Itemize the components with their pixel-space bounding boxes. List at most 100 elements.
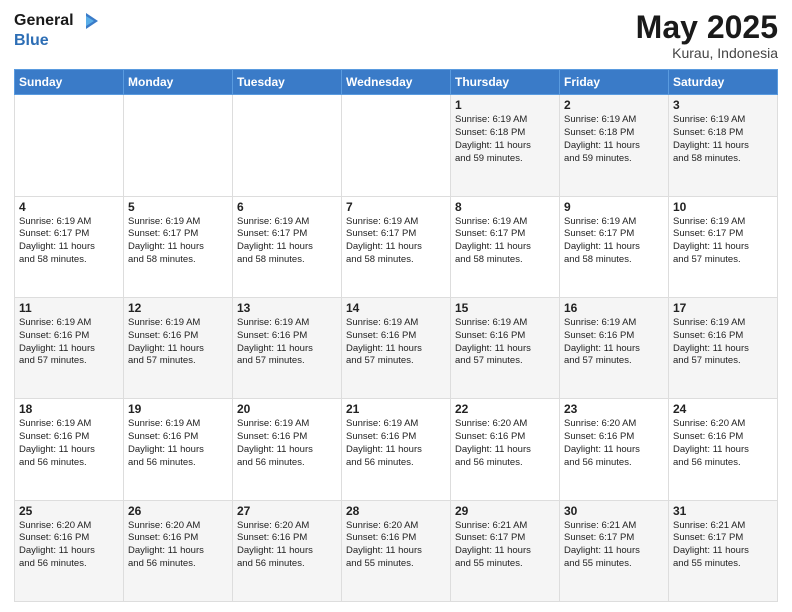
- day-number: 31: [673, 504, 773, 518]
- day-cell: 1Sunrise: 6:19 AMSunset: 6:18 PMDaylight…: [451, 95, 560, 196]
- day-number: 25: [19, 504, 119, 518]
- day-info-line: Sunrise: 6:20 AM: [128, 520, 228, 533]
- day-info-line: Daylight: 11 hours: [19, 444, 119, 457]
- day-info-line: Sunset: 6:18 PM: [673, 127, 773, 140]
- day-info-line: Sunset: 6:16 PM: [237, 532, 337, 545]
- day-info-line: and 57 minutes.: [455, 355, 555, 368]
- day-info-line: Daylight: 11 hours: [673, 241, 773, 254]
- header-monday: Monday: [124, 70, 233, 95]
- day-info-line: and 57 minutes.: [19, 355, 119, 368]
- day-cell: 27Sunrise: 6:20 AMSunset: 6:16 PMDayligh…: [233, 500, 342, 601]
- day-cell: 19Sunrise: 6:19 AMSunset: 6:16 PMDayligh…: [124, 399, 233, 500]
- calendar-table: Sunday Monday Tuesday Wednesday Thursday…: [14, 69, 778, 602]
- day-info-line: and 56 minutes.: [564, 457, 664, 470]
- day-number: 10: [673, 200, 773, 214]
- day-info-line: Daylight: 11 hours: [564, 444, 664, 457]
- day-info-line: Daylight: 11 hours: [455, 343, 555, 356]
- day-cell: 13Sunrise: 6:19 AMSunset: 6:16 PMDayligh…: [233, 297, 342, 398]
- day-info-line: Sunrise: 6:19 AM: [346, 418, 446, 431]
- day-number: 5: [128, 200, 228, 214]
- day-info-line: and 58 minutes.: [673, 153, 773, 166]
- day-info-line: Daylight: 11 hours: [237, 343, 337, 356]
- day-info-line: and 59 minutes.: [564, 153, 664, 166]
- logo-general: General: [14, 12, 74, 30]
- week-row-4: 18Sunrise: 6:19 AMSunset: 6:16 PMDayligh…: [15, 399, 778, 500]
- day-info-line: Sunset: 6:17 PM: [128, 228, 228, 241]
- day-info-line: Sunrise: 6:20 AM: [19, 520, 119, 533]
- day-info-line: Daylight: 11 hours: [346, 545, 446, 558]
- day-info-line: Sunrise: 6:19 AM: [673, 317, 773, 330]
- day-info-line: Sunset: 6:18 PM: [564, 127, 664, 140]
- day-info-line: Sunrise: 6:19 AM: [128, 418, 228, 431]
- day-number: 30: [564, 504, 664, 518]
- day-info-line: Sunrise: 6:19 AM: [19, 418, 119, 431]
- day-info-line: Sunset: 6:17 PM: [673, 532, 773, 545]
- day-info-line: Sunset: 6:16 PM: [19, 431, 119, 444]
- logo-bird-icon: [76, 10, 98, 32]
- day-number: 11: [19, 301, 119, 315]
- day-info-line: Sunrise: 6:21 AM: [673, 520, 773, 533]
- day-info-line: Sunrise: 6:20 AM: [237, 520, 337, 533]
- day-cell: 16Sunrise: 6:19 AMSunset: 6:16 PMDayligh…: [560, 297, 669, 398]
- day-info-line: Sunset: 6:16 PM: [19, 532, 119, 545]
- day-cell: 17Sunrise: 6:19 AMSunset: 6:16 PMDayligh…: [669, 297, 778, 398]
- day-info-line: and 57 minutes.: [564, 355, 664, 368]
- day-info-line: and 56 minutes.: [128, 457, 228, 470]
- day-info-line: and 57 minutes.: [673, 355, 773, 368]
- day-info-line: Sunrise: 6:20 AM: [346, 520, 446, 533]
- day-info-line: Daylight: 11 hours: [128, 343, 228, 356]
- day-number: 22: [455, 402, 555, 416]
- day-number: 21: [346, 402, 446, 416]
- day-cell: 28Sunrise: 6:20 AMSunset: 6:16 PMDayligh…: [342, 500, 451, 601]
- day-info-line: Sunset: 6:16 PM: [564, 431, 664, 444]
- week-row-1: 1Sunrise: 6:19 AMSunset: 6:18 PMDaylight…: [15, 95, 778, 196]
- day-info-line: Sunrise: 6:19 AM: [346, 317, 446, 330]
- day-info-line: and 55 minutes.: [455, 558, 555, 571]
- day-cell: [233, 95, 342, 196]
- day-cell: 26Sunrise: 6:20 AMSunset: 6:16 PMDayligh…: [124, 500, 233, 601]
- day-info-line: Sunrise: 6:19 AM: [237, 216, 337, 229]
- day-info-line: Sunrise: 6:19 AM: [673, 216, 773, 229]
- day-number: 24: [673, 402, 773, 416]
- day-info-line: Sunset: 6:16 PM: [673, 431, 773, 444]
- day-info-line: Daylight: 11 hours: [564, 140, 664, 153]
- day-number: 4: [19, 200, 119, 214]
- header-sunday: Sunday: [15, 70, 124, 95]
- day-info-line: and 58 minutes.: [19, 254, 119, 267]
- day-info-line: Sunset: 6:17 PM: [237, 228, 337, 241]
- day-info-line: Daylight: 11 hours: [346, 343, 446, 356]
- day-info-line: Daylight: 11 hours: [19, 241, 119, 254]
- day-number: 3: [673, 98, 773, 112]
- day-info-line: Sunset: 6:16 PM: [455, 330, 555, 343]
- day-info-line: Sunrise: 6:20 AM: [564, 418, 664, 431]
- day-info-line: Daylight: 11 hours: [237, 444, 337, 457]
- day-info-line: Sunset: 6:17 PM: [564, 228, 664, 241]
- day-cell: 8Sunrise: 6:19 AMSunset: 6:17 PMDaylight…: [451, 196, 560, 297]
- day-cell: 21Sunrise: 6:19 AMSunset: 6:16 PMDayligh…: [342, 399, 451, 500]
- day-number: 2: [564, 98, 664, 112]
- day-info-line: and 58 minutes.: [564, 254, 664, 267]
- day-number: 8: [455, 200, 555, 214]
- day-info-line: Sunrise: 6:19 AM: [19, 216, 119, 229]
- day-info-line: Daylight: 11 hours: [455, 545, 555, 558]
- day-info-line: Daylight: 11 hours: [564, 241, 664, 254]
- day-info-line: Sunset: 6:16 PM: [455, 431, 555, 444]
- day-cell: 30Sunrise: 6:21 AMSunset: 6:17 PMDayligh…: [560, 500, 669, 601]
- day-info-line: Sunset: 6:16 PM: [19, 330, 119, 343]
- day-cell: 11Sunrise: 6:19 AMSunset: 6:16 PMDayligh…: [15, 297, 124, 398]
- day-number: 18: [19, 402, 119, 416]
- day-info-line: Sunrise: 6:19 AM: [455, 114, 555, 127]
- day-info-line: and 55 minutes.: [346, 558, 446, 571]
- day-info-line: Sunset: 6:16 PM: [128, 532, 228, 545]
- day-info-line: Daylight: 11 hours: [455, 444, 555, 457]
- day-cell: 2Sunrise: 6:19 AMSunset: 6:18 PMDaylight…: [560, 95, 669, 196]
- day-number: 13: [237, 301, 337, 315]
- title-block: May 2025 Kurau, Indonesia: [636, 10, 778, 61]
- day-info-line: Daylight: 11 hours: [19, 343, 119, 356]
- day-info-line: Sunset: 6:16 PM: [128, 431, 228, 444]
- day-info-line: and 56 minutes.: [455, 457, 555, 470]
- day-info-line: Daylight: 11 hours: [237, 241, 337, 254]
- week-row-2: 4Sunrise: 6:19 AMSunset: 6:17 PMDaylight…: [15, 196, 778, 297]
- day-info-line: Daylight: 11 hours: [346, 444, 446, 457]
- day-info-line: Sunset: 6:16 PM: [237, 330, 337, 343]
